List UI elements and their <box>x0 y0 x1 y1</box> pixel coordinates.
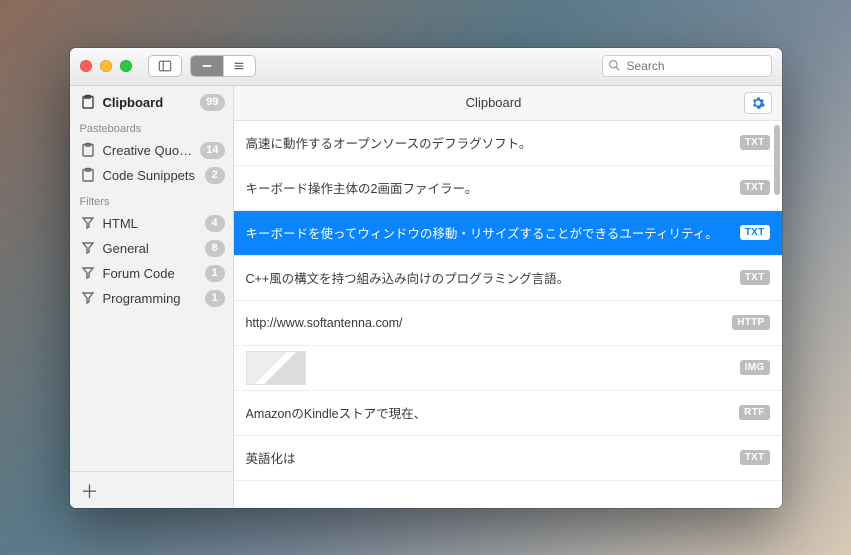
count-badge: 8 <box>205 240 225 257</box>
clip-row[interactable]: C++風の構文を持つ組み込み向けのプログラミング言語。 TXT <box>234 256 782 301</box>
view-grid-button[interactable] <box>223 56 255 76</box>
clip-row[interactable]: キーボード操作主体の2画面ファイラー。 TXT <box>234 166 782 211</box>
main-panel: Clipboard 高速に動作するオープンソースのデフラグソフト。TXTキーボー… <box>234 86 782 508</box>
sidebar-item-label: Clipboard <box>103 95 194 110</box>
main-header: Clipboard <box>234 86 782 121</box>
sidebar-item-filter[interactable]: Forum Code 1 <box>70 261 233 286</box>
traffic-lights <box>80 60 132 72</box>
search-field-wrap <box>602 55 772 77</box>
sidebar-footer: ＋ <box>70 471 233 508</box>
sidebar-icon <box>158 59 172 73</box>
clip-content: キーボード操作主体の2画面ファイラー。 <box>246 178 730 197</box>
zoom-window-button[interactable] <box>120 60 132 72</box>
sidebar: Clipboard 99 Pasteboards Creative Quotes… <box>70 86 234 508</box>
type-badge: TXT <box>740 270 770 285</box>
pasteboard-icon <box>80 142 96 158</box>
clip-content <box>246 351 730 385</box>
titlebar <box>70 48 782 86</box>
sidebar-item-filter[interactable]: General 8 <box>70 236 233 261</box>
clip-content: 高速に動作するオープンソースのデフラグソフト。 <box>246 133 730 152</box>
clip-content: キーボードを使ってウィンドウの移動・リサイズすることができるユーティリティ。 <box>246 223 730 242</box>
menu-icon <box>232 59 246 73</box>
filter-icon <box>80 290 96 306</box>
clip-row[interactable]: IMG <box>234 346 782 391</box>
sidebar-item-pasteboard[interactable]: Creative Quotes 14 <box>70 138 233 163</box>
sidebar-scroll: Clipboard 99 Pasteboards Creative Quotes… <box>70 86 233 471</box>
view-mode-group <box>190 55 256 77</box>
sidebar-item-label: Creative Quotes <box>103 143 194 158</box>
count-badge: 1 <box>205 290 225 307</box>
filter-icon <box>80 215 96 231</box>
pasteboard-icon <box>80 167 96 183</box>
sidebar-group-filters: Filters <box>70 188 233 211</box>
sidebar-group-pasteboards: Pasteboards <box>70 115 233 138</box>
filter-icon <box>80 265 96 281</box>
view-list-button[interactable] <box>191 56 223 76</box>
add-button[interactable]: ＋ <box>78 478 102 502</box>
clip-row[interactable]: AmazonのKindleストアで現在、 RTF <box>234 391 782 436</box>
sidebar-item-filter[interactable]: HTML 4 <box>70 211 233 236</box>
sidebar-item-clipboard[interactable]: Clipboard 99 <box>70 90 233 115</box>
type-badge: TXT <box>740 225 770 240</box>
count-badge: 1 <box>205 265 225 282</box>
type-badge: TXT <box>740 180 770 195</box>
search-input[interactable] <box>602 55 772 77</box>
image-thumbnail <box>246 351 306 385</box>
clip-row[interactable]: キーボードを使ってウィンドウの移動・リサイズすることができるユーティリティ。 TX… <box>234 211 782 256</box>
sidebar-item-label: HTML <box>103 216 198 231</box>
type-badge: TXT <box>740 135 770 150</box>
sidebar-toggle-group <box>148 55 182 77</box>
sidebar-item-label: General <box>103 241 198 256</box>
clip-content: http://www.softantenna.com/ <box>246 316 723 330</box>
minimize-window-button[interactable] <box>100 60 112 72</box>
count-badge: 14 <box>200 142 224 159</box>
main-title: Clipboard <box>244 95 744 110</box>
type-badge: RTF <box>739 405 769 420</box>
count-badge: 4 <box>205 215 225 232</box>
clip-row[interactable]: http://www.softantenna.com/HTTP <box>234 301 782 346</box>
sidebar-item-pasteboard[interactable]: Code Sunippets 2 <box>70 163 233 188</box>
sidebar-item-label: Code Sunippets <box>103 168 198 183</box>
clip-content: AmazonのKindleストアで現在、 <box>246 403 730 422</box>
toggle-sidebar-button[interactable] <box>149 56 181 76</box>
window-body: Clipboard 99 Pasteboards Creative Quotes… <box>70 86 782 508</box>
sidebar-item-label: Programming <box>103 291 198 306</box>
close-window-button[interactable] <box>80 60 92 72</box>
count-badge: 2 <box>205 167 225 184</box>
clip-row[interactable]: 高速に動作するオープンソースのデフラグソフト。 TXT <box>234 121 782 166</box>
filter-icon <box>80 240 96 256</box>
settings-button[interactable] <box>744 92 772 114</box>
clip-row[interactable]: 英語化は TXT <box>234 436 782 481</box>
sidebar-item-label: Forum Code <box>103 266 198 281</box>
clipboard-icon <box>80 94 96 110</box>
gear-icon <box>751 96 765 110</box>
sidebar-item-filter[interactable]: Programming 1 <box>70 286 233 311</box>
search-icon <box>608 59 621 72</box>
type-badge: TXT <box>740 450 770 465</box>
clip-content: 英語化は <box>246 448 730 467</box>
clip-content: C++風の構文を持つ組み込み向けのプログラミング言語。 <box>246 268 730 287</box>
clip-list[interactable]: 高速に動作するオープンソースのデフラグソフト。TXTキーボード操作主体の2画面フ… <box>234 121 782 508</box>
scrollbar-thumb[interactable] <box>774 125 780 195</box>
type-badge: HTTP <box>732 315 769 330</box>
type-badge: IMG <box>740 360 770 375</box>
list-icon <box>200 59 214 73</box>
app-window: Clipboard 99 Pasteboards Creative Quotes… <box>70 48 782 508</box>
count-badge: 99 <box>200 94 224 111</box>
